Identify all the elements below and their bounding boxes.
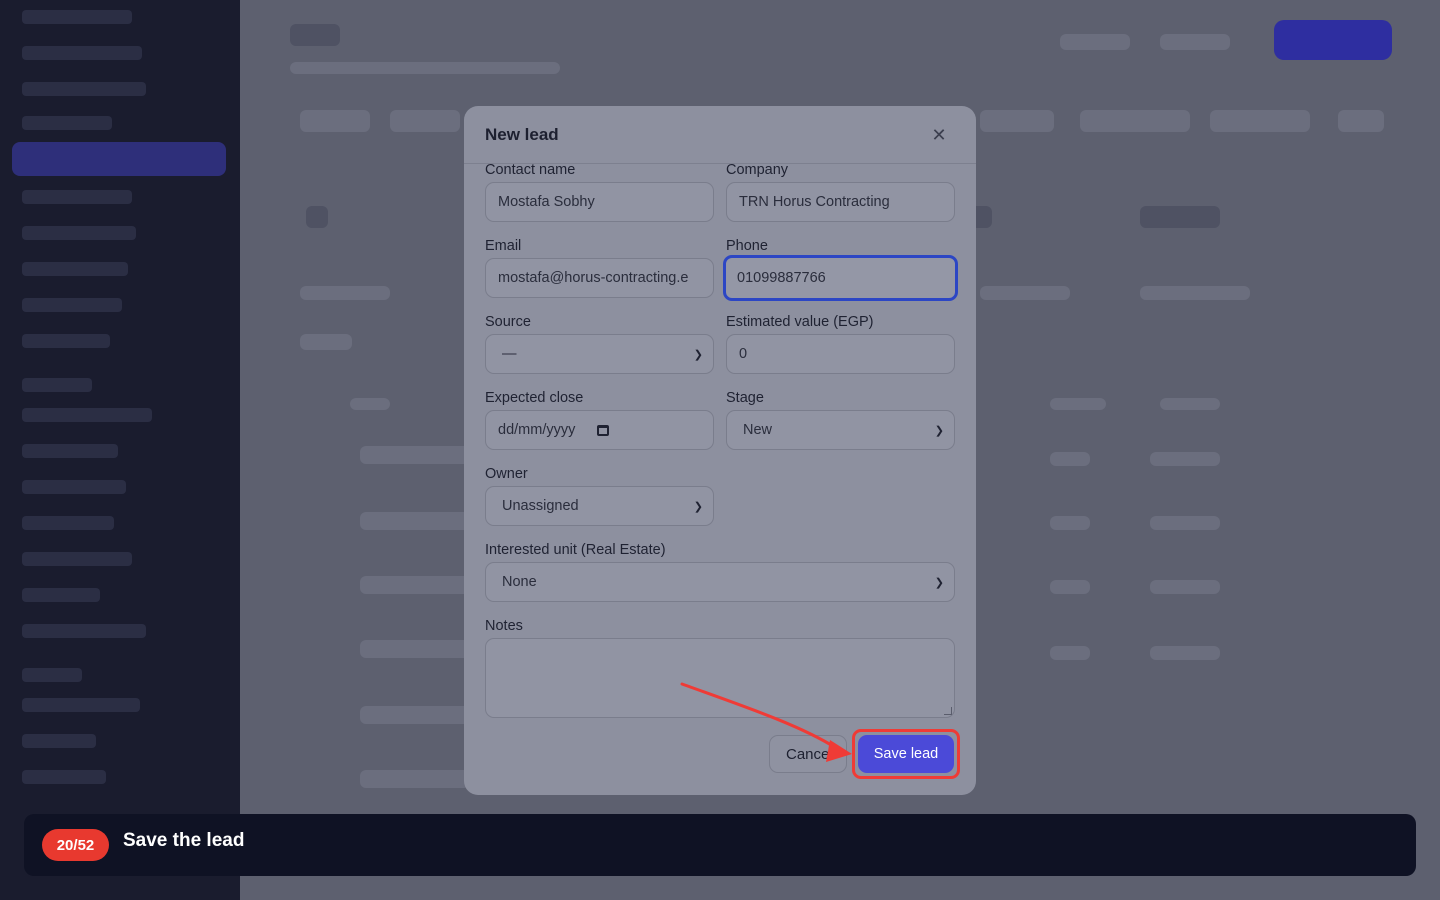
tour-step-badge: 20/52: [42, 829, 109, 861]
tour-arrow-icon: [680, 682, 852, 762]
tour-instruction: Save the lead: [123, 830, 245, 851]
tour-bar: 20/52 Save the lead: [24, 814, 1416, 876]
